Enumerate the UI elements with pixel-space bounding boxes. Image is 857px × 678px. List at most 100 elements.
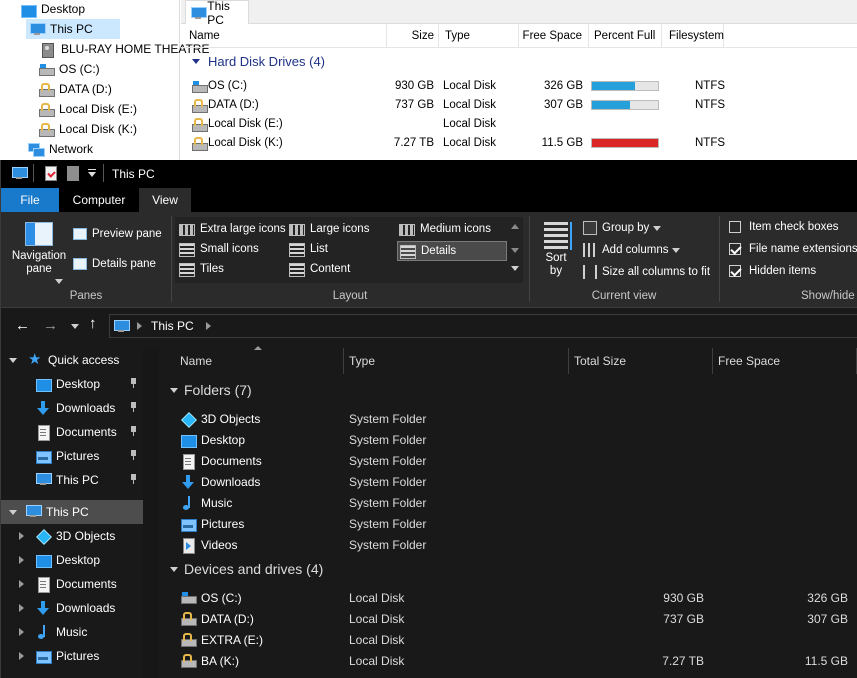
- bg-nav-local-e[interactable]: Local Disk (E:): [38, 99, 137, 119]
- folder-row[interactable]: Desktop System Folder: [160, 430, 857, 451]
- details-pane-button[interactable]: Details pane: [73, 258, 156, 270]
- bg-col-size[interactable]: Size: [387, 24, 439, 48]
- nav-scrollbar[interactable]: [143, 348, 159, 678]
- nav-item-pictures[interactable]: Pictures: [1, 644, 159, 668]
- nav-item-quick-access[interactable]: Quick access: [1, 348, 159, 372]
- back-arrow-icon[interactable]: ←: [15, 318, 30, 333]
- drive-row[interactable]: EXTRA (E:) Local Disk: [160, 630, 857, 651]
- folder-row[interactable]: Documents System Folder: [160, 451, 857, 472]
- layout-tiles[interactable]: Tiles: [179, 263, 224, 277]
- bg-group-hard-disk-drives[interactable]: Hard Disk Drives (4): [192, 54, 325, 69]
- tab-computer[interactable]: Computer: [59, 188, 139, 212]
- bg-nav-this-pc[interactable]: This PC: [26, 19, 120, 39]
- bg-tab-this-pc[interactable]: This PC: [185, 0, 249, 27]
- col-type[interactable]: Type: [344, 348, 569, 374]
- nav-item-documents[interactable]: Documents: [1, 420, 159, 444]
- layout-list[interactable]: List: [289, 243, 328, 257]
- chevron-down-icon[interactable]: [9, 510, 17, 515]
- customize-toolbar-icon[interactable]: [87, 168, 97, 178]
- file-name-extensions-toggle[interactable]: File name extensions: [729, 243, 857, 255]
- folder-row[interactable]: Downloads System Folder: [160, 472, 857, 493]
- percent-full-bar: [591, 138, 659, 148]
- folder-row[interactable]: Music System Folder: [160, 493, 857, 514]
- drive-row[interactable]: BA (K:) Local Disk 7.27 TB 11.5 GB: [160, 651, 857, 672]
- tab-file[interactable]: File: [1, 188, 59, 212]
- address-bar[interactable]: This PC: [109, 314, 857, 338]
- bg-col-label: Percent Full: [594, 30, 656, 42]
- bg-drive-row[interactable]: DATA (D:) 737 GB Local Disk 307 GB NTFS: [181, 96, 857, 115]
- hidden-items-toggle[interactable]: Hidden items: [729, 265, 816, 277]
- folder-row[interactable]: Pictures System Folder: [160, 514, 857, 535]
- layout-details[interactable]: Details: [397, 241, 507, 261]
- bg-nav-network[interactable]: Network: [28, 139, 93, 159]
- bg-drive-type: Local Disk: [443, 80, 497, 92]
- size-all-columns-button[interactable]: Size all columns to fit: [583, 265, 710, 279]
- new-folder-icon[interactable]: [67, 166, 79, 181]
- col-name[interactable]: Name: [160, 348, 344, 374]
- chevron-right-icon[interactable]: [19, 556, 24, 564]
- bg-col-percent-full[interactable]: Percent Full: [589, 24, 662, 48]
- col-total-size[interactable]: Total Size: [569, 348, 713, 374]
- folder-row[interactable]: 3D Objects System Folder: [160, 409, 857, 430]
- bg-nav-desktop[interactable]: Desktop: [20, 0, 85, 19]
- navigation-pane-button[interactable]: Navigation pane: [9, 222, 69, 284]
- bg-drive-row[interactable]: OS (C:) 930 GB Local Disk 326 GB NTFS: [181, 77, 857, 96]
- bg-nav-label: DATA (D:): [59, 82, 112, 96]
- extra-large-icons-icon: [179, 223, 195, 236]
- bg-col-type[interactable]: Type: [439, 24, 519, 48]
- folder-row[interactable]: Videos System Folder: [160, 535, 857, 556]
- recent-locations-chevron-icon[interactable]: [71, 324, 79, 329]
- nav-item-desktop[interactable]: Desktop: [1, 548, 159, 572]
- bg-drive-size: 7.27 TB: [393, 137, 434, 149]
- group-devices-and-drives[interactable]: Devices and drives (4): [170, 561, 323, 577]
- bg-drive-row[interactable]: Local Disk (K:) 7.27 TB Local Disk 11.5 GB N…: [181, 134, 857, 153]
- layout-content[interactable]: Content: [289, 263, 350, 277]
- nav-item-pictures[interactable]: Pictures: [1, 444, 159, 468]
- bg-col-free-space[interactable]: Free Space: [519, 24, 589, 48]
- nav-item-this-pc[interactable]: This PC: [1, 468, 159, 492]
- nav-item-3d-objects[interactable]: 3D Objects: [1, 524, 159, 548]
- nav-item-this-pc[interactable]: This PC: [1, 500, 159, 524]
- nav-item-downloads[interactable]: Downloads: [1, 396, 159, 420]
- drive-row[interactable]: OS (C:) Local Disk 930 GB 326 GB: [160, 588, 857, 609]
- layout-label: Small icons: [200, 243, 259, 255]
- address-location[interactable]: This PC: [151, 319, 194, 333]
- nav-item-music[interactable]: Music: [1, 620, 159, 644]
- tab-label: View: [152, 193, 178, 207]
- group-by-button[interactable]: Group by: [583, 221, 662, 235]
- layout-extra-large-icons[interactable]: Extra large icons: [179, 223, 286, 236]
- bg-nav-label: OS (C:): [59, 62, 100, 76]
- forward-arrow-icon[interactable]: →: [43, 318, 58, 333]
- music-icon: [35, 624, 51, 640]
- preview-pane-button[interactable]: Preview pane: [73, 228, 162, 240]
- properties-icon[interactable]: [45, 166, 57, 181]
- bg-col-name[interactable]: Name: [189, 24, 387, 48]
- layout-small-icons[interactable]: Small icons: [179, 243, 259, 257]
- bg-col-filesystem[interactable]: Filesystem: [662, 24, 724, 48]
- chevron-right-icon[interactable]: [19, 604, 24, 612]
- chevron-right-icon[interactable]: [19, 580, 24, 588]
- nav-item-downloads[interactable]: Downloads: [1, 596, 159, 620]
- bg-nav-data-d[interactable]: DATA (D:): [38, 79, 112, 99]
- layout-medium-icons[interactable]: Medium icons: [399, 223, 491, 236]
- chevron-down-icon[interactable]: [9, 358, 17, 363]
- col-free-space[interactable]: Free Space: [713, 348, 857, 374]
- bg-tab-title: This PC: [207, 0, 230, 27]
- chevron-right-icon[interactable]: [19, 628, 24, 636]
- chevron-right-icon[interactable]: [19, 652, 24, 660]
- nav-item-desktop[interactable]: Desktop: [1, 372, 159, 396]
- group-folders[interactable]: Folders (7): [170, 382, 252, 398]
- add-columns-button[interactable]: Add columns: [583, 243, 681, 257]
- chevron-right-icon[interactable]: [19, 532, 24, 540]
- bg-nav-local-k[interactable]: Local Disk (K:): [38, 119, 137, 139]
- nav-item-documents[interactable]: Documents: [1, 572, 159, 596]
- item-check-boxes-toggle[interactable]: Item check boxes: [729, 221, 838, 233]
- drive-row[interactable]: DATA (D:) Local Disk 737 GB 307 GB: [160, 609, 857, 630]
- sort-by-button[interactable]: Sort by: [539, 222, 573, 282]
- tab-view[interactable]: View: [139, 188, 191, 212]
- layout-gallery-scroll[interactable]: [509, 218, 521, 282]
- layout-large-icons[interactable]: Large icons: [289, 223, 369, 236]
- bg-drive-row[interactable]: Local Disk (E:) Local Disk: [181, 115, 857, 134]
- up-arrow-icon[interactable]: ↑: [89, 316, 97, 331]
- bg-nav-os-c[interactable]: OS (C:): [38, 59, 100, 79]
